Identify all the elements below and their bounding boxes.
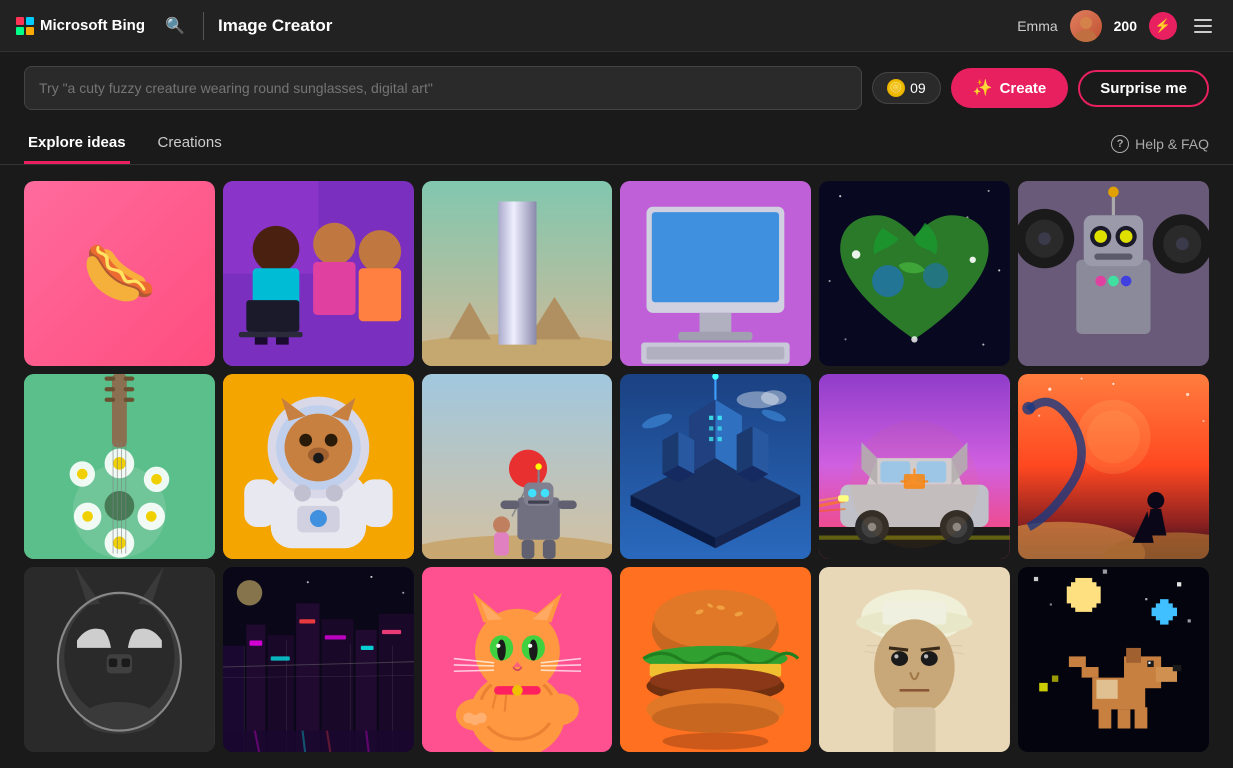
list-item[interactable]: [223, 181, 414, 366]
boost-icon[interactable]: ⚡: [1149, 12, 1177, 40]
list-item[interactable]: 🌭: [24, 181, 215, 366]
hamburger-menu-icon[interactable]: [1189, 12, 1217, 40]
help-link[interactable]: ? Help & FAQ: [1111, 135, 1209, 153]
list-item[interactable]: [422, 181, 613, 366]
create-label: Create: [1000, 80, 1047, 97]
coin-count: 200: [1114, 18, 1137, 34]
tab-creations[interactable]: Creations: [154, 124, 226, 164]
image-grid: 🌭: [24, 181, 1209, 752]
list-item[interactable]: [1018, 181, 1209, 366]
tabs-row: Explore ideas Creations ? Help & FAQ: [0, 124, 1233, 165]
search-input[interactable]: [39, 80, 847, 96]
list-item[interactable]: [819, 567, 1010, 752]
app-title: Image Creator: [218, 16, 332, 36]
create-button[interactable]: ✨ Create: [951, 68, 1069, 108]
list-item[interactable]: [422, 567, 613, 752]
bing-grid-icon: [16, 17, 34, 35]
list-item[interactable]: [1018, 374, 1209, 559]
list-item[interactable]: [422, 374, 613, 559]
logo-text: Microsoft Bing: [40, 17, 145, 34]
coin-count-badge: 09: [910, 80, 926, 96]
logo-area: Microsoft Bing 🔍: [16, 12, 189, 40]
list-item[interactable]: [223, 567, 414, 752]
list-item[interactable]: [223, 374, 414, 559]
search-icon[interactable]: 🔍: [161, 12, 189, 40]
tab-explore[interactable]: Explore ideas: [24, 124, 130, 164]
bing-logo-icon: Microsoft Bing: [16, 17, 145, 35]
list-item[interactable]: [620, 181, 811, 366]
avatar[interactable]: [1070, 10, 1102, 42]
create-icon: ✨: [973, 78, 993, 98]
search-input-wrapper[interactable]: [24, 66, 862, 110]
list-item[interactable]: [620, 567, 811, 752]
help-label: Help & FAQ: [1135, 136, 1209, 152]
username-label: Emma: [1017, 18, 1057, 34]
list-item[interactable]: [819, 181, 1010, 366]
coin-icon: 🪙: [887, 79, 905, 97]
list-item[interactable]: [24, 374, 215, 559]
coin-badge: 🪙 09: [872, 72, 941, 104]
help-icon: ?: [1111, 135, 1129, 153]
surprise-button[interactable]: Surprise me: [1078, 70, 1209, 107]
list-item[interactable]: [1018, 567, 1209, 752]
header-divider: [203, 12, 204, 40]
image-grid-container: 🌭: [0, 165, 1233, 768]
surprise-label: Surprise me: [1100, 80, 1187, 97]
list-item[interactable]: [620, 374, 811, 559]
search-bar-row: 🪙 09 ✨ Create Surprise me: [0, 52, 1233, 124]
app-header: Microsoft Bing 🔍 Image Creator Emma 200 …: [0, 0, 1233, 52]
list-item[interactable]: [24, 567, 215, 752]
header-right: Emma 200 ⚡: [1017, 10, 1217, 42]
list-item[interactable]: [819, 374, 1010, 559]
